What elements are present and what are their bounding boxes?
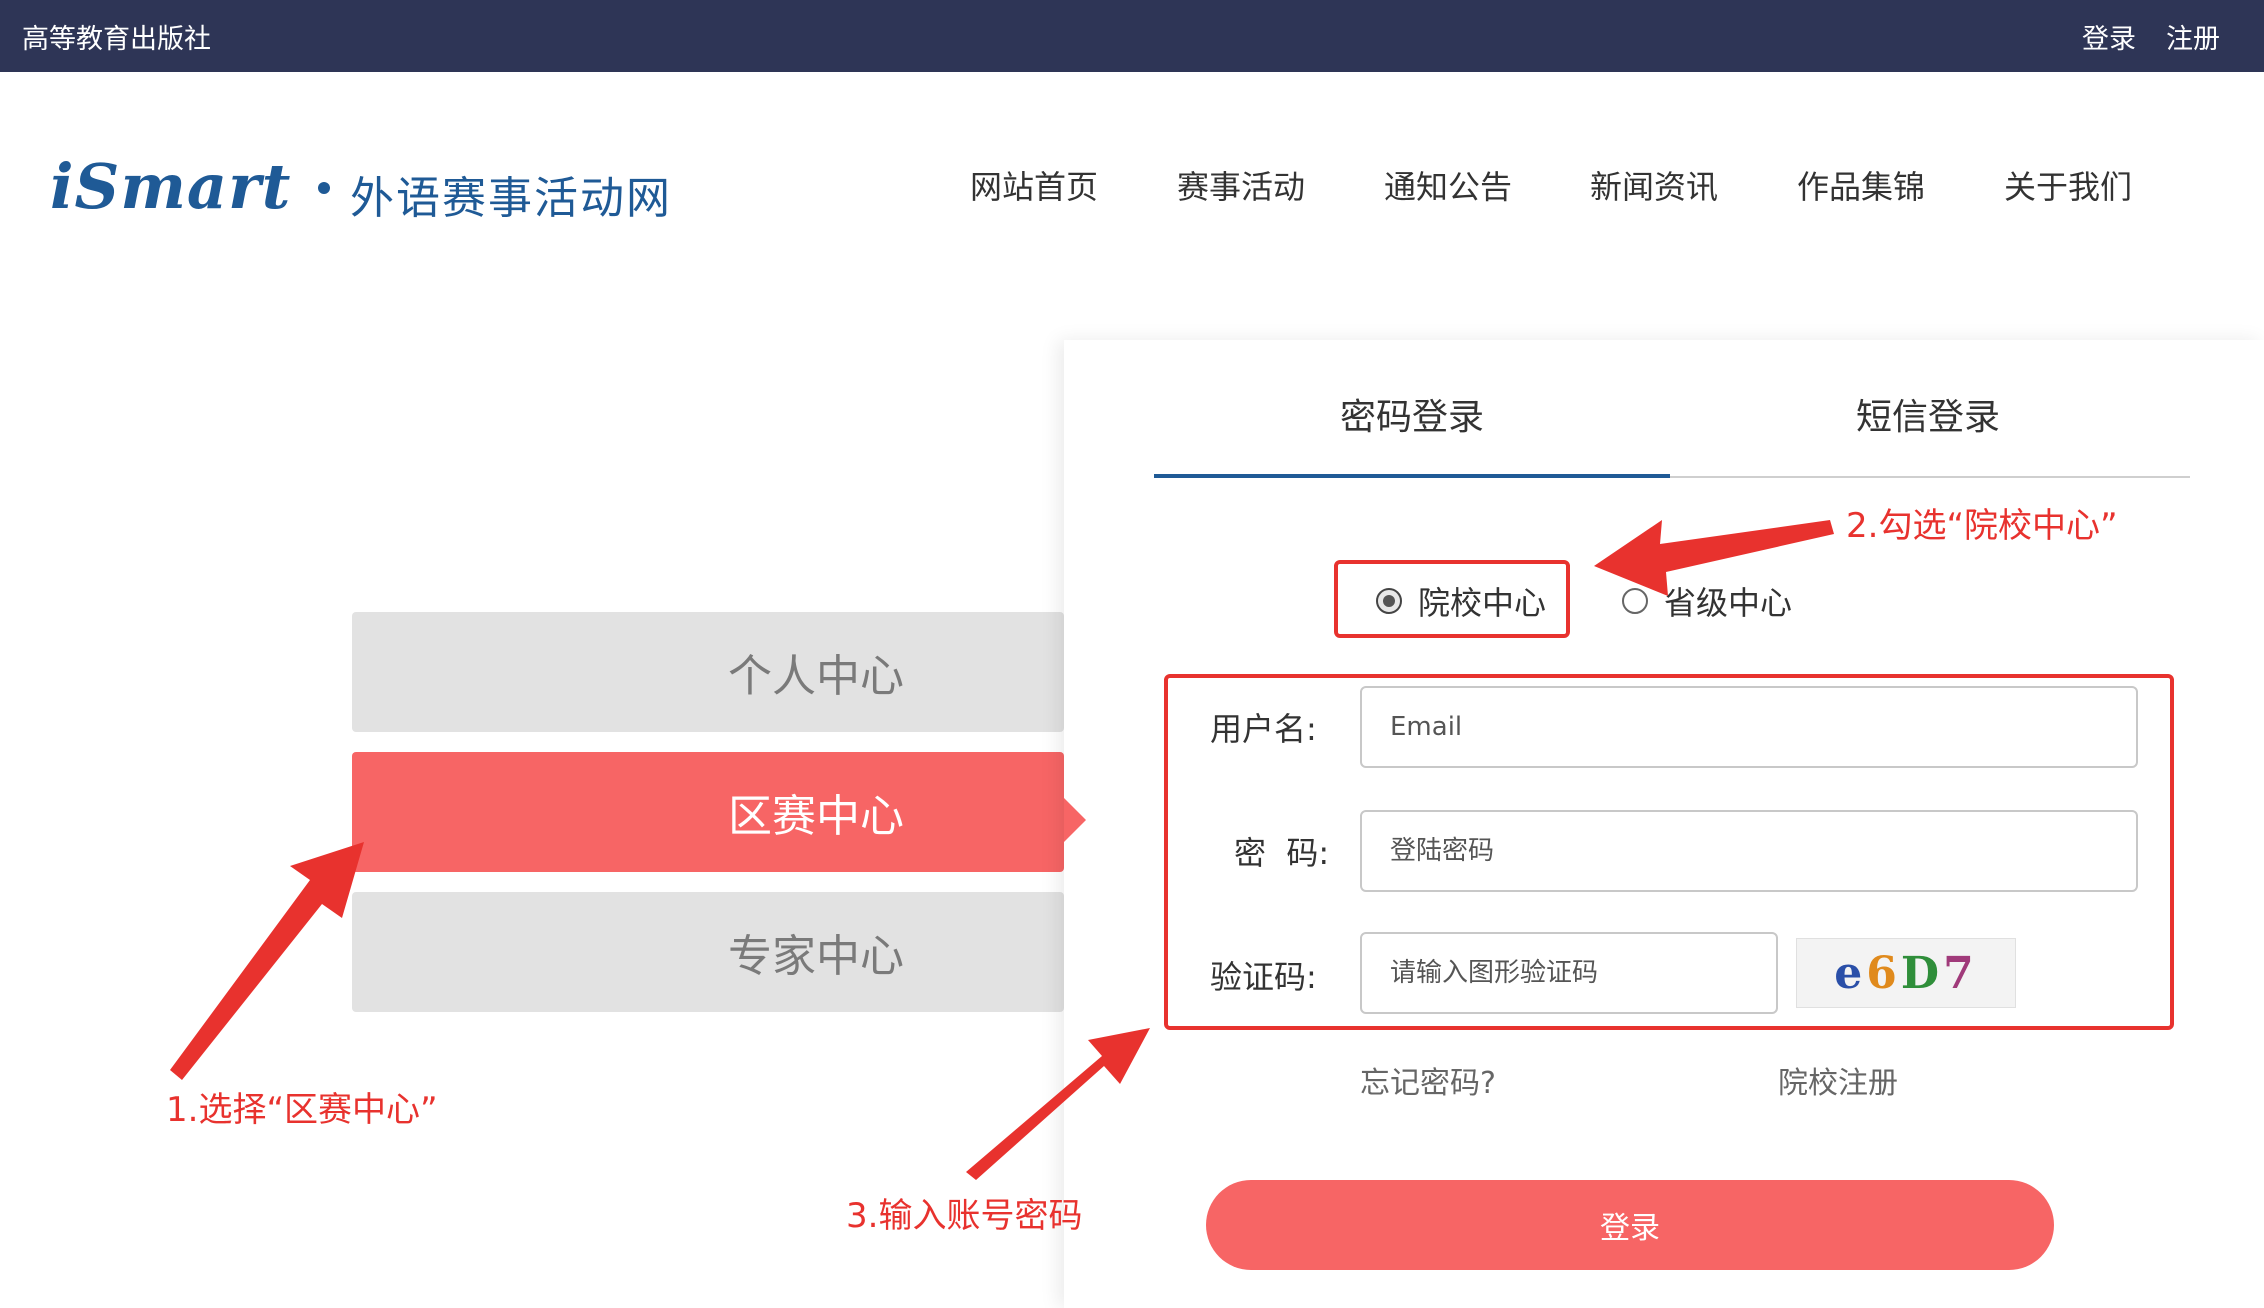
annotation-box-credentials [1164,674,2174,1030]
top-login-link[interactable]: 登录 [2082,17,2136,56]
nav-works[interactable]: 作品集锦 [1797,162,1925,208]
school-register-link[interactable]: 院校注册 [1778,1058,1898,1102]
annotation-step3: 3.输入账号密码 [846,1196,1083,1236]
publisher-name: 高等教育出版社 [22,24,211,55]
logo-dot [318,182,330,194]
login-page: 高等教育出版社 登录 注册 iSmart 外语赛事活动网 网站首页 赛事活动 通… [0,0,2264,1308]
role-regional-center[interactable]: 区赛中心 [352,752,1064,872]
role-expert-center[interactable]: 专家中心 [352,892,1064,1012]
radio-provincial-center-dot[interactable] [1622,588,1648,614]
tab-sms-login[interactable]: 短信登录 [1856,388,2000,440]
active-role-caret [1064,798,1086,842]
nav-home[interactable]: 网站首页 [970,162,1098,208]
nav-about[interactable]: 关于我们 [2004,162,2132,208]
top-bar: 高等教育出版社 登录 注册 [0,0,2264,72]
login-submit-button[interactable]: 登录 [1206,1180,2054,1270]
nav-news[interactable]: 新闻资讯 [1590,162,1718,208]
arrow-step1 [170,842,364,1080]
annotation-step1: 1.选择“区赛中心” [166,1090,438,1130]
nav-events[interactable]: 赛事活动 [1177,162,1305,208]
tab-divider [1670,476,2190,478]
role-personal-center[interactable]: 个人中心 [352,612,1064,732]
active-tab-underline [1154,474,1670,478]
forgot-password-link[interactable]: 忘记密码? [1360,1058,1496,1102]
logo-ismart: iSmart [50,150,292,223]
logo-site-name: 外语赛事活动网 [350,173,672,224]
annotation-step2: 2.勾选“院校中心” [1846,506,2118,546]
top-register-link[interactable]: 注册 [2166,17,2220,56]
nav-notices[interactable]: 通知公告 [1384,162,1512,208]
annotation-box-school-center [1334,560,1570,638]
role-regional-label: 区赛中心 [728,791,904,842]
role-expert-label: 专家中心 [728,931,904,982]
site-logo[interactable]: iSmart 外语赛事活动网 [50,150,690,224]
radio-provincial-center-label: 省级中心 [1664,584,1793,622]
tab-password-login[interactable]: 密码登录 [1340,388,1484,440]
radio-provincial-center[interactable]: 省级中心 [1622,578,1792,624]
role-personal-label: 个人中心 [728,651,904,702]
